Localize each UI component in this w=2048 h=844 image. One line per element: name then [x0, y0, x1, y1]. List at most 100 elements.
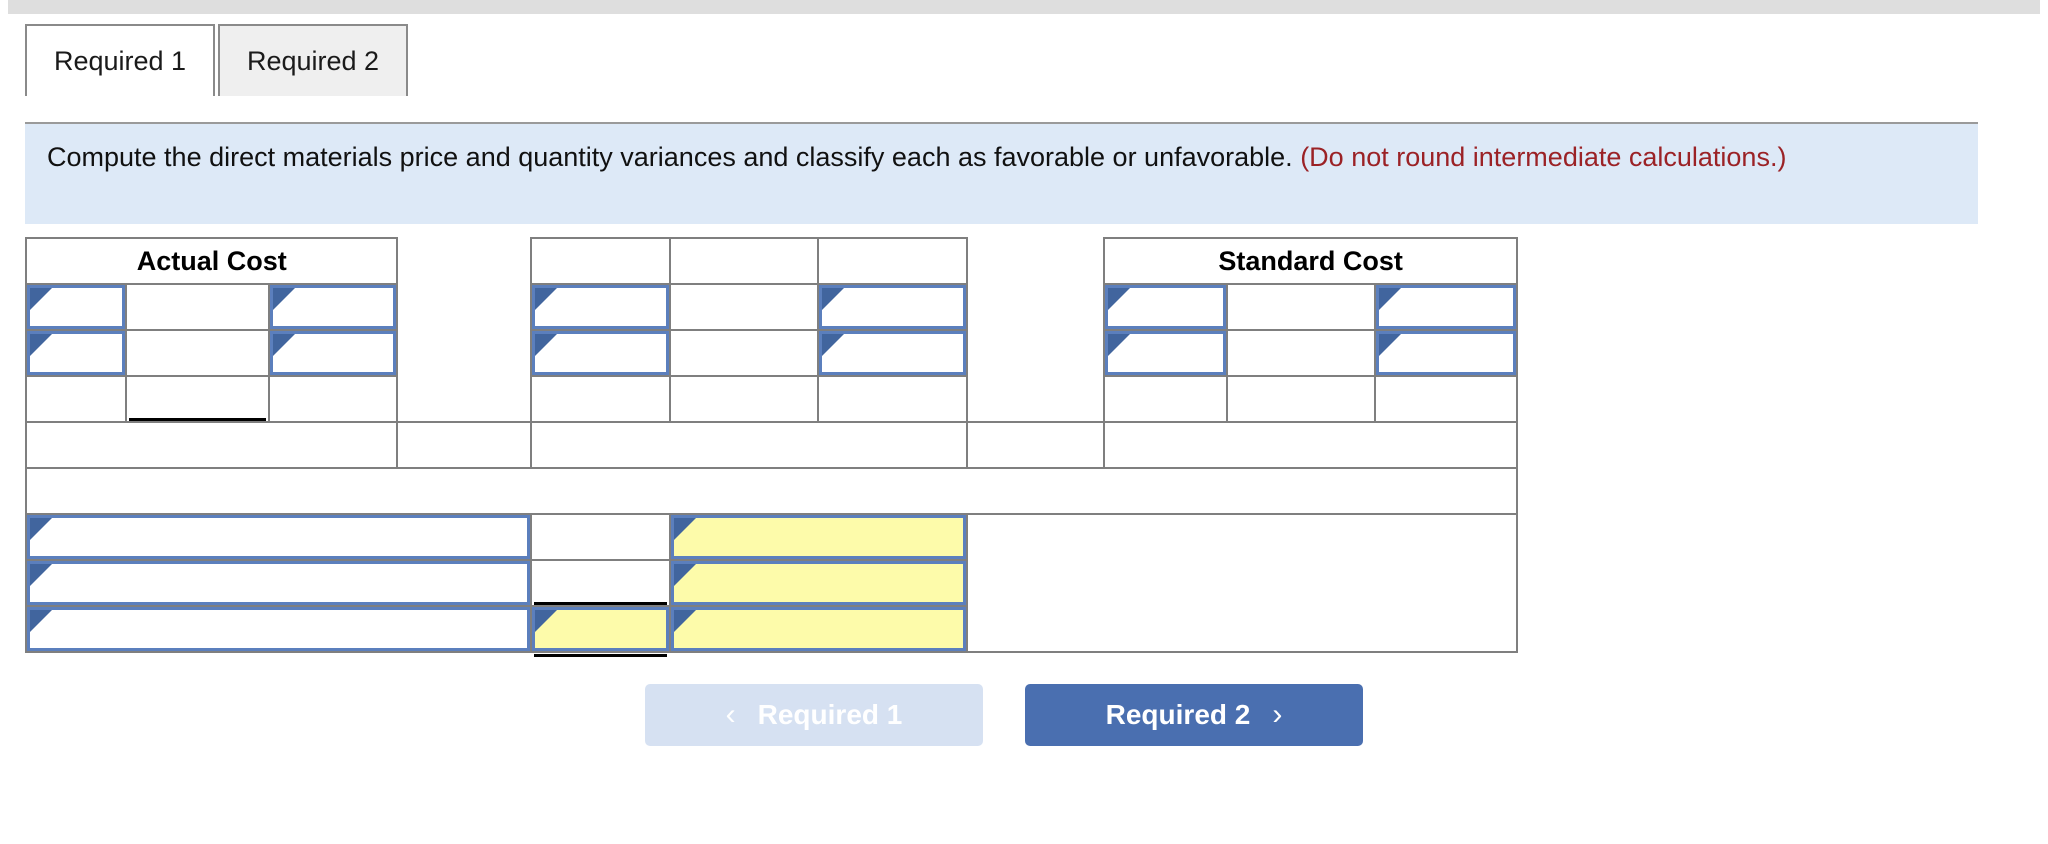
next-button-label: Required 2: [1105, 699, 1251, 730]
instruction-text: Compute the direct materials price and q…: [47, 142, 1293, 172]
cell-rule-a1: [24, 375, 128, 423]
cell-standard-mid-2[interactable]: [1225, 329, 1377, 377]
input-mid-qty-1[interactable]: [532, 285, 669, 329]
chevron-right-icon: ›: [1272, 698, 1283, 731]
table-row: [25, 467, 1518, 515]
cell-standard-qty-1[interactable]: [1103, 283, 1228, 331]
dropdown-caret-icon: [1108, 288, 1131, 310]
input-mid-amt-2[interactable]: [819, 331, 966, 375]
header-blank-3: [817, 237, 968, 285]
cell-mid-mid-2[interactable]: [668, 329, 820, 377]
cell-rule-c3: [1374, 375, 1518, 423]
next-required-2-button[interactable]: Required 2 ›: [1025, 684, 1363, 746]
cell-variance-class-1[interactable]: [668, 513, 968, 561]
chevron-left-icon: ‹: [725, 698, 736, 731]
input-variance-amount-total[interactable]: [532, 607, 669, 651]
prev-required-1-button[interactable]: ‹ Required 1: [645, 684, 983, 746]
answer-variance-amount-2[interactable]: [530, 559, 671, 607]
input-mid-qty-2[interactable]: [532, 331, 669, 375]
gap-right-1: [966, 284, 1105, 330]
input-variance-label-total[interactable]: [27, 607, 530, 651]
cell-mid-amt-2[interactable]: [817, 329, 968, 377]
gap-right-2: [966, 330, 1105, 376]
window-top-bar: [8, 0, 2040, 14]
header-blank-2: [668, 237, 820, 285]
header-blank-1: [530, 237, 671, 285]
tab-required-1[interactable]: Required 1: [25, 24, 215, 96]
cell-mid-qty-2[interactable]: [530, 329, 671, 377]
input-standard-qty-2[interactable]: [1105, 331, 1226, 375]
cell-actual-amt-1[interactable]: [267, 283, 399, 331]
cell-standard-amt-1[interactable]: [1374, 283, 1518, 331]
table-row: [24, 421, 1518, 469]
cell-total-actual-label: [24, 421, 399, 469]
table-row: [25, 513, 1519, 653]
tab-strip: Required 1 Required 2: [25, 24, 408, 96]
grand-total-rule: [534, 654, 667, 657]
instruction-banner: Compute the direct materials price and q…: [25, 122, 1978, 224]
input-variance-label-1[interactable]: [27, 515, 530, 559]
cell-actual-qty-2[interactable]: [24, 329, 128, 377]
cell-standard-mid-1[interactable]: [1225, 283, 1377, 331]
dropdown-caret-icon: [1379, 334, 1402, 356]
dropdown-caret-icon: [272, 334, 295, 356]
cell-rule-c2: [1225, 375, 1377, 423]
input-actual-amt-2[interactable]: [269, 331, 397, 375]
input-standard-amt-1[interactable]: [1376, 285, 1516, 329]
table-row: Actual Cost Standard Cost: [24, 237, 1518, 285]
input-standard-qty-1[interactable]: [1105, 285, 1226, 329]
cell-rule-c1: [1103, 375, 1228, 423]
cell-variance-class-2[interactable]: [668, 559, 968, 607]
cell-standard-amt-2[interactable]: [1374, 329, 1518, 377]
input-mid-amt-1[interactable]: [819, 285, 966, 329]
dropdown-caret-icon: [30, 334, 52, 356]
table-row: [24, 283, 1518, 331]
header-gap-left: [397, 238, 531, 284]
navigation-buttons: ‹ Required 1 Required 2 ›: [645, 684, 1363, 746]
cell-mid-mid-1[interactable]: [668, 283, 820, 331]
gap-right-3: [966, 376, 1105, 422]
input-actual-qty-2[interactable]: [27, 331, 126, 375]
tab-required-2[interactable]: Required 2: [218, 24, 408, 96]
input-variance-class-2[interactable]: [670, 561, 966, 605]
answer-standard-total[interactable]: [965, 421, 1106, 469]
cell-actual-amt-2[interactable]: [267, 329, 399, 377]
gap-left-1: [397, 284, 531, 330]
cell-variance-amount-total[interactable]: [530, 605, 671, 657]
cell-actual-mid-2[interactable]: [125, 329, 270, 377]
input-variance-label-2[interactable]: [27, 561, 530, 605]
cell-variance-empty-right: [965, 513, 1519, 653]
input-actual-qty-1[interactable]: [27, 285, 126, 329]
input-actual-amt-1[interactable]: [269, 285, 397, 329]
instruction-hint: (Do not round intermediate calculations.…: [1300, 142, 1787, 172]
input-variance-class-total[interactable]: [670, 607, 966, 651]
answer-variance-amount-1[interactable]: [530, 513, 671, 561]
cell-actual-mid-1[interactable]: [125, 283, 270, 331]
subtotal-rule: [534, 602, 667, 605]
dropdown-caret-icon: [673, 564, 696, 586]
cell-mid-amt-1[interactable]: [817, 283, 968, 331]
cell-spacer: [25, 467, 1518, 515]
dropdown-caret-icon: [535, 334, 557, 356]
cell-variance-class-total[interactable]: [668, 605, 968, 653]
cell-variance-label-2[interactable]: [25, 559, 532, 607]
cell-rule-b1: [530, 375, 671, 423]
table-row: [24, 375, 1518, 423]
cell-rule-a2: [125, 375, 270, 423]
cell-standard-qty-2[interactable]: [1103, 329, 1228, 377]
cell-variance-label-1[interactable]: [25, 513, 532, 561]
subtotal-rule: [129, 418, 266, 421]
dropdown-caret-icon: [1108, 334, 1131, 356]
cell-mid-qty-1[interactable]: [530, 283, 671, 331]
cell-actual-qty-1[interactable]: [24, 283, 128, 331]
dropdown-caret-icon: [1379, 288, 1402, 310]
dropdown-caret-icon: [272, 288, 295, 310]
dropdown-caret-icon: [673, 610, 696, 632]
header-actual-cost: Actual Cost: [24, 237, 399, 285]
header-gap-right: [966, 238, 1105, 284]
input-standard-amt-2[interactable]: [1376, 331, 1516, 375]
answer-actual-total[interactable]: [396, 421, 532, 469]
cell-variance-label-total[interactable]: [25, 605, 532, 653]
dropdown-caret-icon: [822, 288, 845, 310]
input-variance-class-1[interactable]: [670, 515, 966, 559]
